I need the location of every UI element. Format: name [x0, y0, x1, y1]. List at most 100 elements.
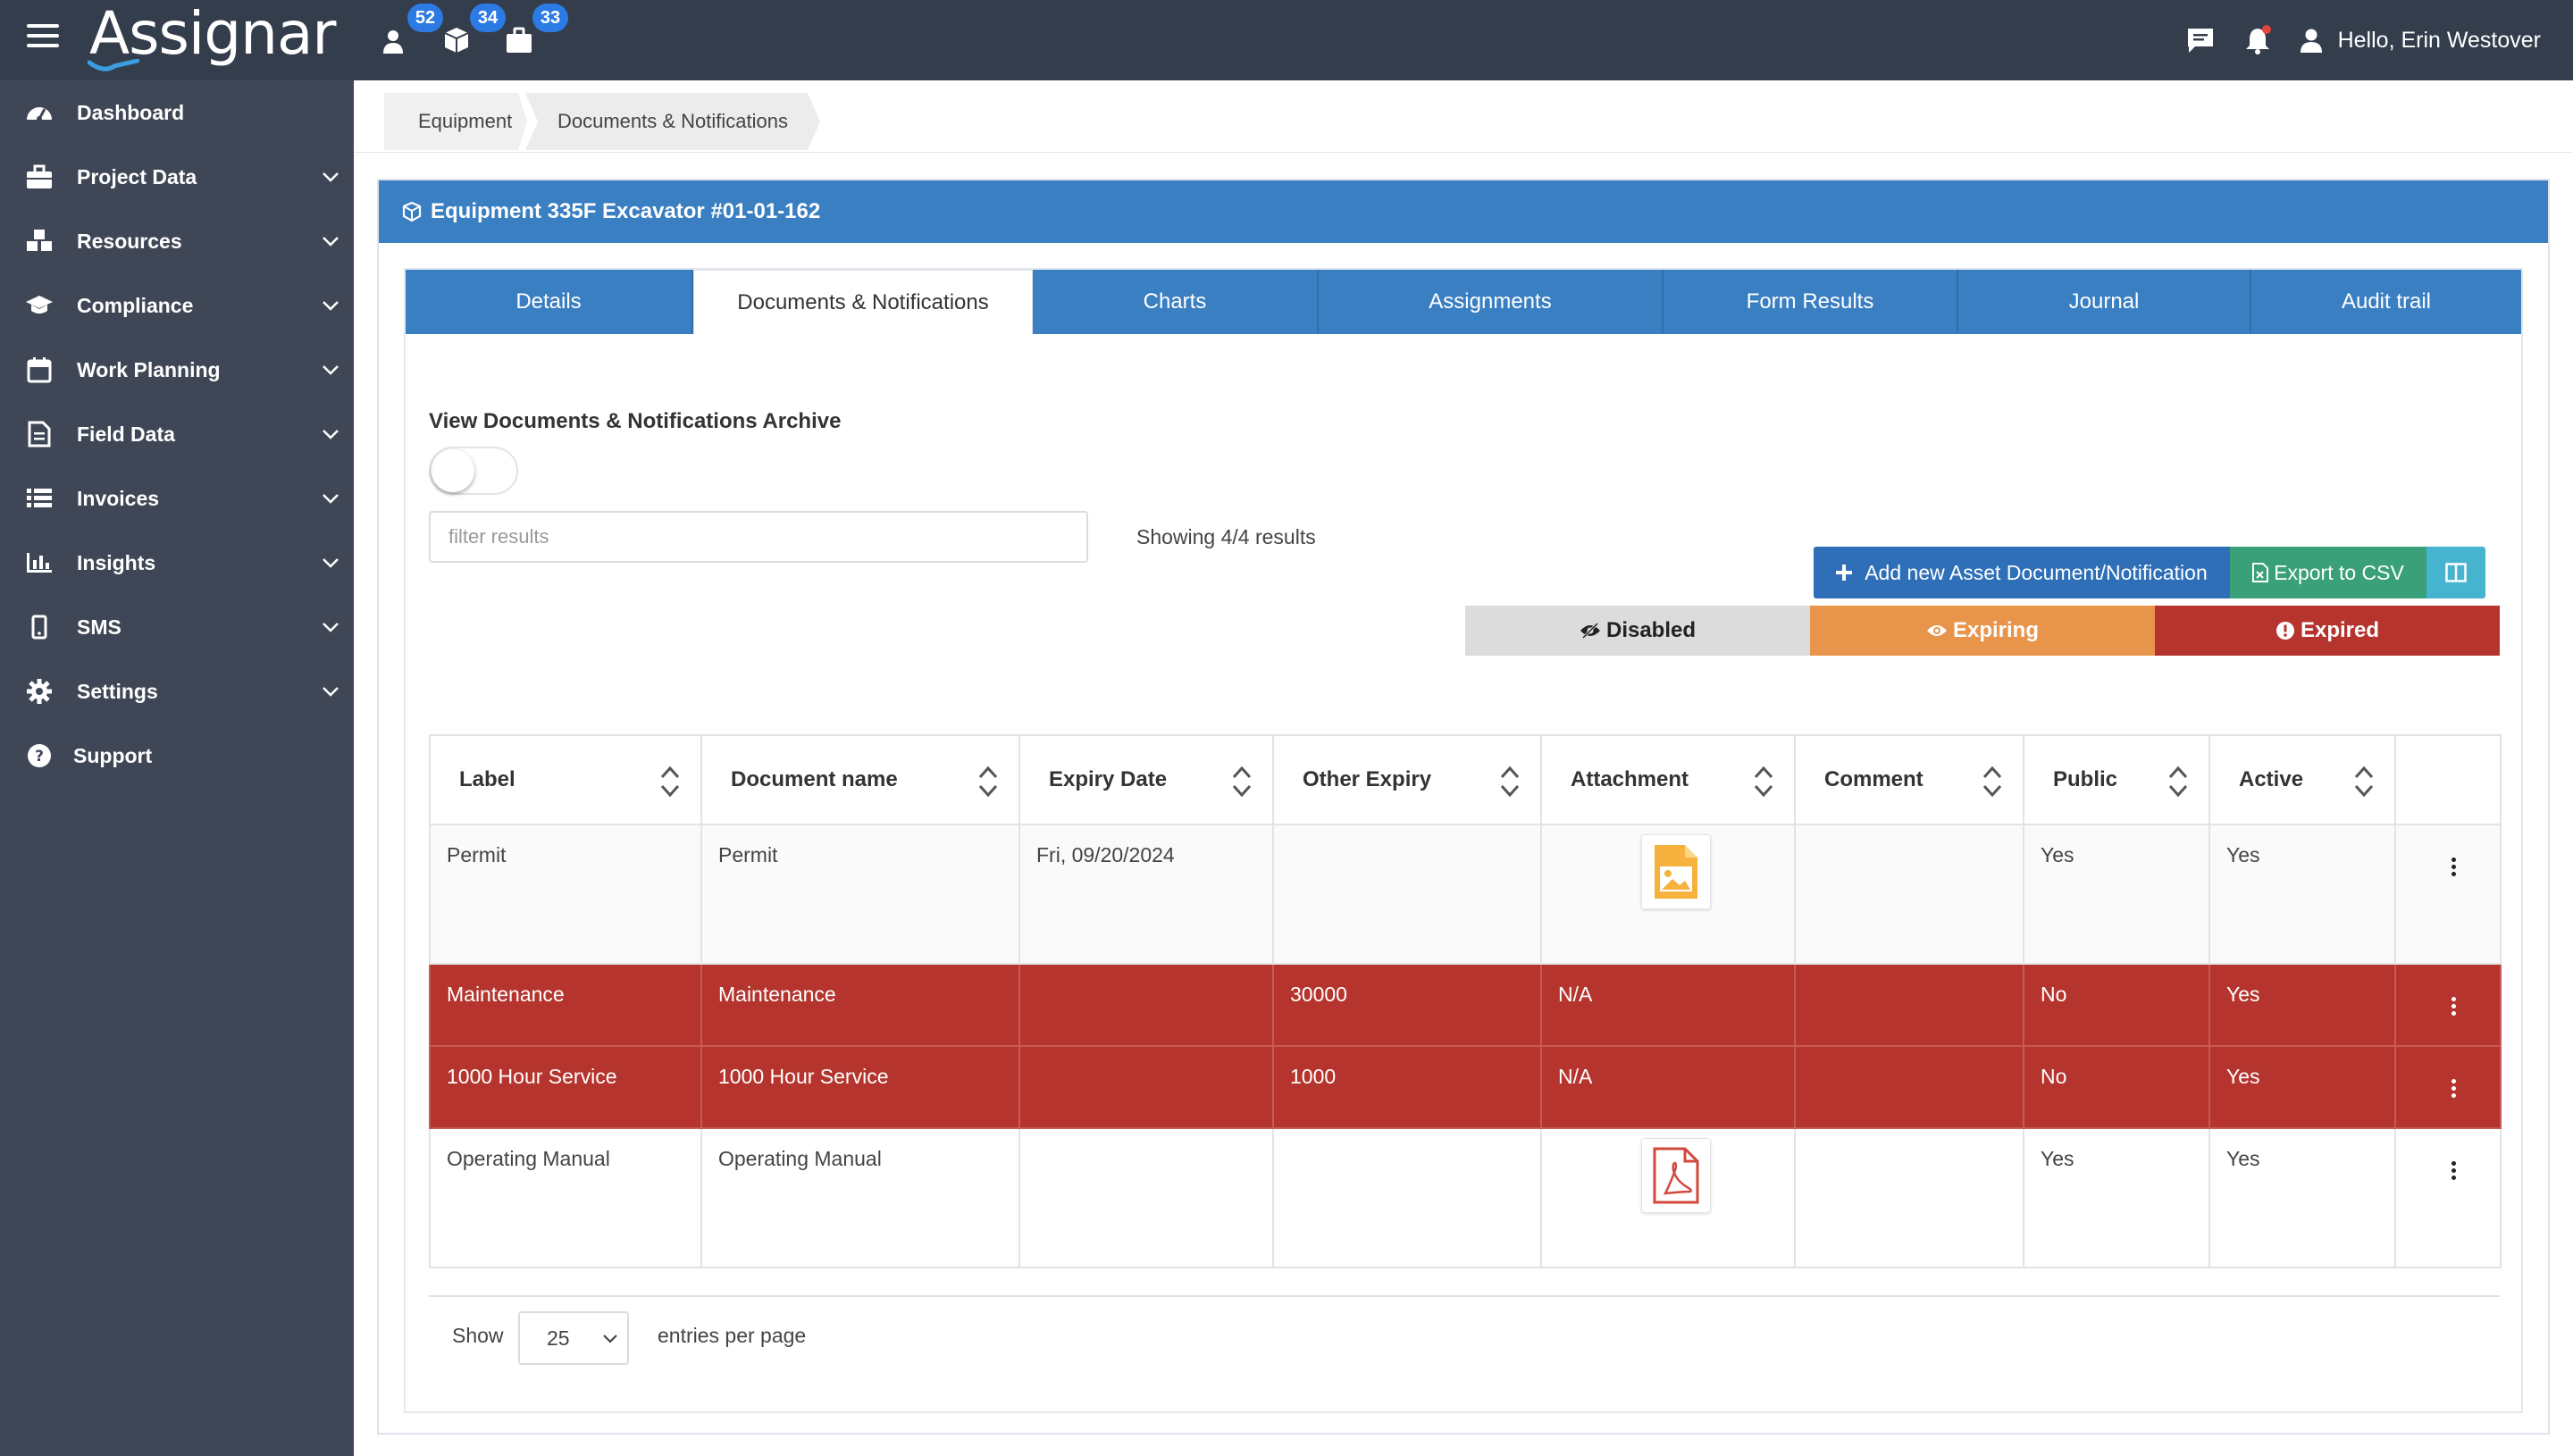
sidebar-item-resources[interactable]: Resources — [0, 213, 354, 270]
entries-per-page-label: entries per page — [658, 1324, 807, 1347]
legend-expired[interactable]: Expired — [2155, 606, 2500, 656]
chevron-down-icon — [323, 237, 339, 247]
file-excel-icon — [2252, 563, 2269, 582]
archive-toggle-label: View Documents & Notifications Archive — [429, 409, 842, 433]
tab-assignments[interactable]: Assignments — [1319, 270, 1664, 334]
top-bar: Assignar 52 34 33 Hello, Erin Westover — [0, 0, 2573, 80]
eye-icon — [1926, 625, 1947, 636]
column-header-text: Comment — [1824, 767, 1923, 791]
cell-public: Yes — [2023, 824, 2210, 965]
table-row[interactable]: Maintenance Maintenance 30000 N/A No Yes — [429, 963, 2502, 1047]
legend-expiring[interactable]: Expiring — [1810, 606, 2155, 656]
pdf-file-icon[interactable] — [1641, 1138, 1711, 1213]
sort-icon — [2168, 766, 2188, 798]
chevron-down-icon — [323, 301, 339, 311]
more-options-icon[interactable] — [2451, 858, 2460, 876]
table-header-row: Label Document name Expiry Date Other Ex… — [429, 734, 2502, 825]
sidebar-item-settings[interactable]: Settings — [0, 663, 354, 720]
column-header-document-name[interactable]: Document name — [700, 734, 1020, 825]
dashboard-icon — [25, 98, 54, 127]
column-header-text: Label — [459, 767, 515, 791]
column-header-expiry-date[interactable]: Expiry Date — [1018, 734, 1274, 825]
mobile-icon — [25, 613, 54, 641]
divider — [429, 1295, 2500, 1297]
column-header-label[interactable]: Label — [429, 734, 702, 825]
sidebar-item-sms[interactable]: SMS — [0, 598, 354, 656]
tab-documents-notifications[interactable]: Documents & Notifications — [693, 270, 1033, 334]
column-header-active[interactable]: Active — [2208, 734, 2396, 825]
column-header-other-expiry[interactable]: Other Expiry — [1272, 734, 1542, 825]
chevron-down-icon — [323, 687, 339, 697]
chat-icon[interactable] — [2184, 24, 2217, 56]
cell-public: No — [2023, 1045, 2210, 1129]
exclamation-circle-icon — [2275, 622, 2294, 640]
column-header-public[interactable]: Public — [2023, 734, 2210, 825]
more-options-icon[interactable] — [2451, 1161, 2460, 1180]
cell-label: 1000 Hour Service — [429, 1045, 702, 1129]
user-icon[interactable] — [2297, 26, 2326, 54]
tab-journal[interactable]: Journal — [1958, 270, 2251, 334]
sidebar-item-support[interactable]: ? Support — [0, 727, 354, 784]
users-nav-icon[interactable] — [379, 25, 411, 55]
cell-comment — [1794, 824, 2024, 965]
image-file-icon[interactable] — [1641, 834, 1711, 909]
breadcrumb-item-documents[interactable]: Documents & Notifications — [525, 93, 820, 150]
sidebar-item-insights[interactable]: Insights — [0, 534, 354, 591]
cell-document-name: Maintenance — [700, 963, 1020, 1047]
sidebar-item-invoices[interactable]: Invoices — [0, 470, 354, 527]
cubes-icon — [25, 227, 54, 255]
equipment-count-badge: 34 — [470, 4, 506, 32]
sidebar-item-dashboard[interactable]: Dashboard — [0, 84, 354, 141]
tab-audit-trail[interactable]: Audit trail — [2251, 270, 2521, 334]
legend-disabled[interactable]: Disabled — [1465, 606, 1810, 656]
columns-icon — [2445, 563, 2467, 582]
projects-count-badge: 33 — [532, 4, 568, 32]
add-document-button[interactable]: Add new Asset Document/Notification — [1814, 547, 2230, 598]
cell-expiry-date — [1018, 963, 1274, 1047]
column-header-attachment[interactable]: Attachment — [1540, 734, 1796, 825]
more-options-icon[interactable] — [2451, 997, 2460, 1016]
toggle-knob — [432, 449, 474, 492]
equipment-nav-icon[interactable] — [441, 25, 474, 55]
chevron-down-icon — [323, 172, 339, 182]
sidebar-item-work-planning[interactable]: Work Planning — [0, 341, 354, 398]
projects-nav-icon[interactable] — [504, 25, 536, 55]
tab-charts[interactable]: Charts — [1033, 270, 1319, 334]
chevron-down-icon — [323, 365, 339, 375]
cell-expiry-date — [1018, 1127, 1274, 1268]
columns-toggle-button[interactable] — [2426, 547, 2485, 598]
sidebar-item-label: Compliance — [77, 293, 194, 317]
cell-label: Maintenance — [429, 963, 702, 1047]
column-header-comment[interactable]: Comment — [1794, 734, 2024, 825]
table-row[interactable]: 1000 Hour Service 1000 Hour Service 1000… — [429, 1045, 2502, 1129]
user-greeting[interactable]: Hello, Erin Westover — [2338, 28, 2541, 54]
archive-toggle[interactable] — [429, 447, 518, 495]
export-csv-button[interactable]: Export to CSV — [2230, 547, 2426, 598]
table-row[interactable]: Operating Manual Operating Manual Yes Ye… — [429, 1127, 2502, 1268]
cell-document-name: Permit — [700, 824, 1020, 965]
briefcase-icon — [507, 27, 532, 53]
legend-expiring-label: Expiring — [1952, 618, 2039, 642]
sidebar-item-field-data[interactable]: Field Data — [0, 406, 354, 463]
cell-actions — [2394, 1127, 2502, 1268]
more-options-icon[interactable] — [2451, 1079, 2460, 1098]
table-row[interactable]: Permit Permit Fri, 09/20/2024 Yes Yes — [429, 824, 2502, 965]
tab-details[interactable]: Details — [406, 270, 693, 334]
gear-icon — [25, 677, 54, 706]
sidebar-item-compliance[interactable]: Compliance — [0, 277, 354, 334]
cell-label: Operating Manual — [429, 1127, 702, 1268]
top-right-area: Hello, Erin Westover — [2184, 21, 2541, 59]
breadcrumb-item-equipment[interactable]: Equipment — [384, 93, 527, 150]
chevron-down-icon — [323, 430, 339, 439]
results-count: Showing 4/4 results — [1136, 525, 1316, 548]
plus-icon — [1836, 565, 1853, 581]
logo[interactable]: Assignar — [89, 0, 337, 68]
per-page-select[interactable]: 25 — [518, 1311, 629, 1365]
users-count-badge: 52 — [407, 4, 443, 32]
filter-input[interactable] — [429, 511, 1088, 563]
bell-icon[interactable] — [2242, 24, 2274, 56]
sidebar-item-project-data[interactable]: Project Data — [0, 148, 354, 205]
tab-form-results[interactable]: Form Results — [1664, 270, 1958, 334]
legend-disabled-label: Disabled — [1605, 618, 1697, 642]
menu-icon[interactable] — [27, 24, 59, 51]
